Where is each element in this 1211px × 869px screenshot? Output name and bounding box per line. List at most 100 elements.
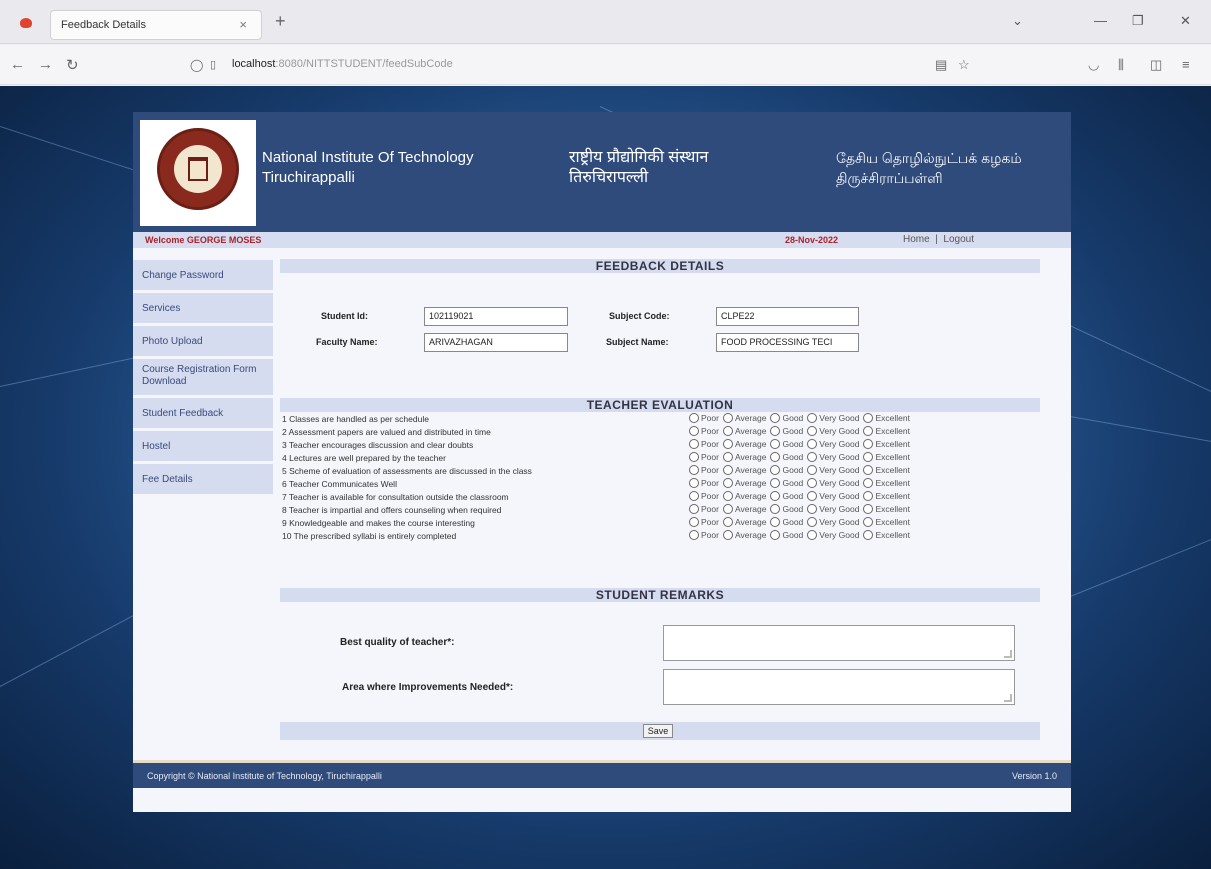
radio-button[interactable] bbox=[689, 439, 699, 449]
browser-tab[interactable]: Feedback Details × bbox=[50, 10, 262, 40]
radio-button[interactable] bbox=[689, 426, 699, 436]
forward-icon[interactable]: → bbox=[38, 56, 53, 73]
rating-option[interactable]: Excellent bbox=[863, 530, 910, 540]
radio-button[interactable] bbox=[689, 452, 699, 462]
radio-button[interactable] bbox=[722, 478, 733, 488]
radio-button[interactable] bbox=[807, 413, 818, 423]
radio-button[interactable] bbox=[807, 491, 818, 501]
rating-option[interactable]: Very Good bbox=[807, 439, 859, 449]
radio-button[interactable] bbox=[689, 504, 699, 514]
radio-button[interactable] bbox=[689, 491, 699, 501]
improvement-textarea[interactable] bbox=[663, 669, 1015, 705]
rating-option[interactable]: Poor bbox=[689, 517, 719, 527]
address-bar[interactable]: localhost:8080/NITTSTUDENT/feedSubCode bbox=[232, 58, 453, 70]
reload-icon[interactable]: ↻ bbox=[66, 56, 79, 74]
rating-option[interactable]: Average bbox=[722, 530, 766, 540]
rating-option[interactable]: Good bbox=[770, 439, 803, 449]
rating-option[interactable]: Average bbox=[722, 491, 766, 501]
rating-option[interactable]: Very Good bbox=[807, 530, 859, 540]
radio-button[interactable] bbox=[689, 478, 699, 488]
rating-option[interactable]: Average bbox=[722, 439, 766, 449]
rating-option[interactable]: Good bbox=[770, 517, 803, 527]
sidebar-icon[interactable]: ◫ bbox=[1150, 57, 1162, 73]
radio-button[interactable] bbox=[722, 452, 733, 462]
sidebar-item-services[interactable]: Services bbox=[133, 293, 273, 323]
rating-option[interactable]: Average bbox=[722, 504, 766, 514]
rating-option[interactable]: Very Good bbox=[807, 517, 859, 527]
rating-option[interactable]: Very Good bbox=[807, 504, 859, 514]
bookmark-star-icon[interactable]: ☆ bbox=[958, 57, 970, 73]
sidebar-item-course-registration[interactable]: Course Registration Form Download bbox=[133, 359, 273, 395]
sidebar-item-student-feedback[interactable]: Student Feedback bbox=[133, 398, 273, 428]
minimize-icon[interactable]: — bbox=[1094, 13, 1107, 28]
radio-button[interactable] bbox=[770, 465, 781, 475]
rating-option[interactable]: Average bbox=[722, 517, 766, 527]
rating-option[interactable]: Excellent bbox=[863, 465, 910, 475]
radio-button[interactable] bbox=[863, 517, 874, 527]
rating-option[interactable]: Excellent bbox=[863, 504, 910, 514]
menu-icon[interactable]: ≡ bbox=[1182, 57, 1190, 72]
save-button[interactable]: Save bbox=[643, 724, 673, 738]
radio-button[interactable] bbox=[807, 426, 818, 436]
rating-option[interactable]: Excellent bbox=[863, 478, 910, 488]
radio-button[interactable] bbox=[770, 426, 781, 436]
tab-close-icon[interactable]: × bbox=[239, 17, 247, 32]
shield-icon[interactable]: ◯ bbox=[190, 58, 203, 72]
radio-button[interactable] bbox=[863, 426, 874, 436]
rating-option[interactable]: Very Good bbox=[807, 452, 859, 462]
logout-link[interactable]: Logout bbox=[943, 234, 974, 245]
rating-option[interactable]: Good bbox=[770, 452, 803, 462]
radio-button[interactable] bbox=[807, 517, 818, 527]
rating-option[interactable]: Good bbox=[770, 530, 803, 540]
radio-button[interactable] bbox=[770, 491, 781, 501]
radio-button[interactable] bbox=[807, 465, 818, 475]
rating-option[interactable]: Good bbox=[770, 426, 803, 436]
rating-option[interactable]: Poor bbox=[689, 439, 719, 449]
new-tab-icon[interactable]: + bbox=[275, 11, 286, 32]
subject-code-field[interactable]: CLPE22 bbox=[716, 307, 859, 326]
rating-option[interactable]: Poor bbox=[689, 413, 719, 423]
sidebar-item-fee-details[interactable]: Fee Details bbox=[133, 464, 273, 494]
best-quality-textarea[interactable] bbox=[663, 625, 1015, 661]
radio-button[interactable] bbox=[722, 504, 733, 514]
rating-option[interactable]: Very Good bbox=[807, 426, 859, 436]
student-id-field[interactable]: 102119021 bbox=[424, 307, 568, 326]
rating-option[interactable]: Average bbox=[722, 452, 766, 462]
radio-button[interactable] bbox=[863, 439, 874, 449]
rating-option[interactable]: Very Good bbox=[807, 465, 859, 475]
rating-option[interactable]: Excellent bbox=[863, 452, 910, 462]
tab-list-chevron-icon[interactable]: ⌄ bbox=[1012, 13, 1023, 29]
sidebar-item-photo-upload[interactable]: Photo Upload bbox=[133, 326, 273, 356]
radio-button[interactable] bbox=[770, 530, 781, 540]
radio-button[interactable] bbox=[863, 491, 874, 501]
rating-option[interactable]: Poor bbox=[689, 491, 719, 501]
rating-option[interactable]: Average bbox=[722, 465, 766, 475]
pocket-icon[interactable]: ◡ bbox=[1088, 57, 1099, 73]
radio-button[interactable] bbox=[722, 413, 733, 423]
rating-option[interactable]: Good bbox=[770, 413, 803, 423]
radio-button[interactable] bbox=[863, 452, 874, 462]
radio-button[interactable] bbox=[863, 478, 874, 488]
rating-option[interactable]: Poor bbox=[689, 478, 719, 488]
radio-button[interactable] bbox=[722, 530, 733, 540]
radio-button[interactable] bbox=[689, 530, 699, 540]
resize-grip-icon[interactable] bbox=[1004, 694, 1012, 702]
rating-option[interactable]: Excellent bbox=[863, 426, 910, 436]
rating-option[interactable]: Poor bbox=[689, 530, 719, 540]
radio-button[interactable] bbox=[722, 465, 733, 475]
radio-button[interactable] bbox=[722, 517, 733, 527]
radio-button[interactable] bbox=[807, 530, 818, 540]
radio-button[interactable] bbox=[770, 478, 781, 488]
radio-button[interactable] bbox=[863, 504, 874, 514]
radio-button[interactable] bbox=[807, 504, 818, 514]
radio-button[interactable] bbox=[807, 478, 818, 488]
radio-button[interactable] bbox=[807, 452, 818, 462]
close-window-icon[interactable]: ✕ bbox=[1180, 13, 1191, 29]
rating-option[interactable]: Average bbox=[722, 413, 766, 423]
rating-option[interactable]: Very Good bbox=[807, 491, 859, 501]
rating-option[interactable]: Good bbox=[770, 491, 803, 501]
radio-button[interactable] bbox=[689, 465, 699, 475]
rating-option[interactable]: Good bbox=[770, 465, 803, 475]
radio-button[interactable] bbox=[689, 413, 699, 423]
rating-option[interactable]: Very Good bbox=[807, 413, 859, 423]
